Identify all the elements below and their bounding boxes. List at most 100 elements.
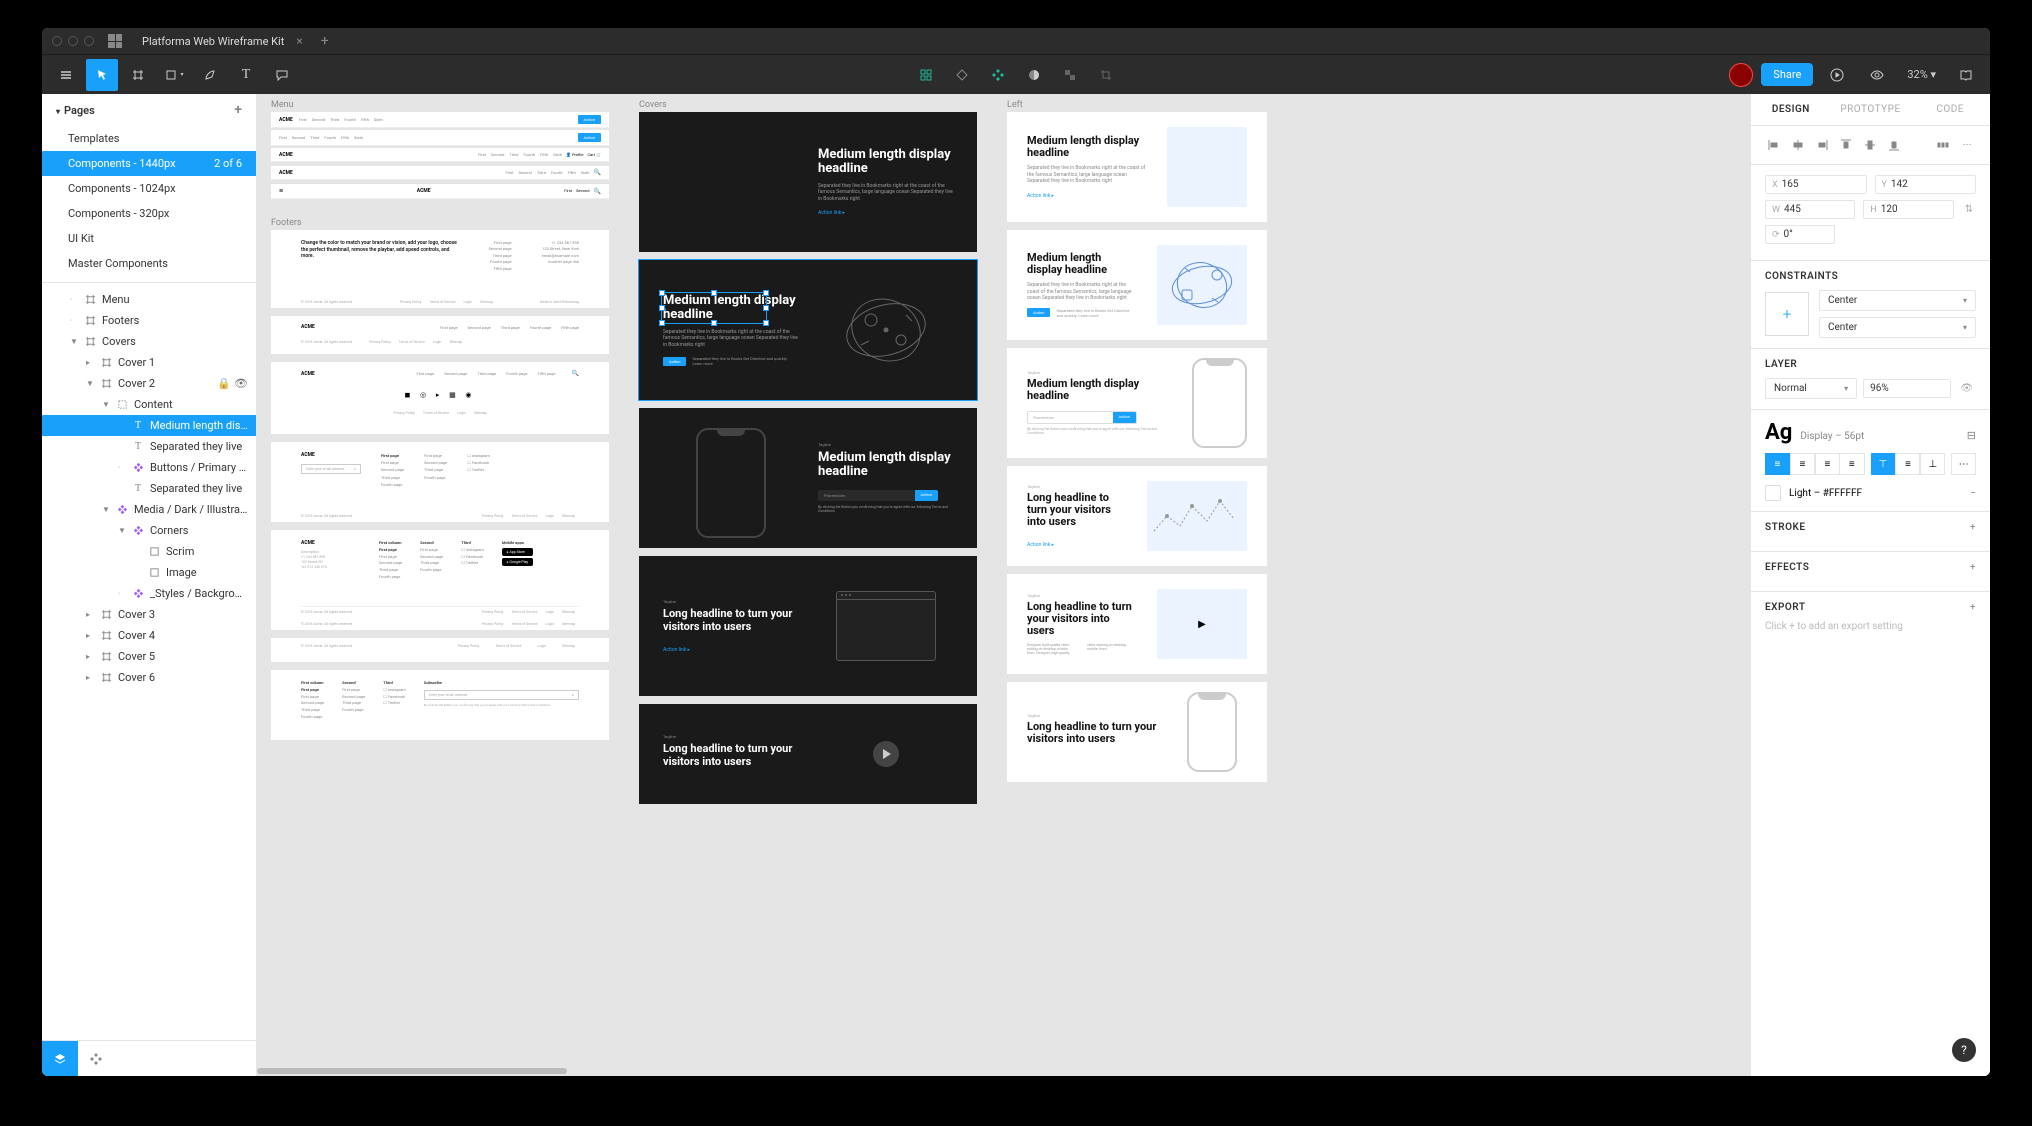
add-export-icon[interactable]: + <box>1970 602 1976 613</box>
artboard-menu-3[interactable]: ACMEFirstSecondThirdFourthFifthSixth👤 Pr… <box>271 148 609 162</box>
artboard-footer-5[interactable]: ACMEDescription+1 234 567 890123 Street,… <box>271 530 609 630</box>
tidy-icon[interactable]: ⋯ <box>1956 134 1978 156</box>
layer-row[interactable]: ▸Cover 6 <box>42 667 256 688</box>
artboard-footer-3[interactable]: ACMEFirst pageSecond pageThird pageFourt… <box>271 362 609 434</box>
text-align-justify-icon[interactable]: ≡ <box>1840 453 1865 475</box>
layer-row[interactable]: ·Menu <box>42 289 256 310</box>
layer-row[interactable]: TSeparated they live <box>42 436 256 457</box>
distribute-icon[interactable] <box>1932 134 1954 156</box>
visibility-icon[interactable]: 👁 <box>1957 383 1976 394</box>
avatar[interactable] <box>1729 63 1753 87</box>
text-options-icon[interactable]: ⋯ <box>1951 453 1976 475</box>
mask-tool[interactable] <box>946 59 978 91</box>
artboard-footer-2[interactable]: ACMEFirst pageSecond pageThird pageFourt… <box>271 316 609 354</box>
page-item[interactable]: UI Kit <box>42 226 256 251</box>
layer-row[interactable]: ▸Cover 5 <box>42 646 256 667</box>
constraints-widget[interactable]: + <box>1765 292 1809 336</box>
page-item[interactable]: Components - 1440px2 of 6 <box>42 151 256 176</box>
text-valign-middle-icon[interactable]: ≡ <box>1895 453 1920 475</box>
present-button[interactable] <box>1821 59 1853 91</box>
layer-row[interactable]: ▼Media / Dark / Illustration <box>42 499 256 520</box>
lock-icon[interactable]: 🔒 <box>217 377 231 390</box>
remove-fill-icon[interactable]: − <box>1970 488 1976 499</box>
artboard-cover-1[interactable]: Medium length display headlineSeparated … <box>639 112 977 252</box>
artboard-cover-5[interactable]: TaglineLong headline to turn your visito… <box>639 704 977 804</box>
opacity-input[interactable]: 96% <box>1863 379 1951 398</box>
align-left-icon[interactable] <box>1763 134 1785 156</box>
text-align-left-icon[interactable]: ≡ <box>1765 453 1790 475</box>
artboard-left-4[interactable]: TaglineLong headline to turn your visito… <box>1007 466 1267 566</box>
layer-row[interactable]: TSeparated they live <box>42 478 256 499</box>
blend-mode-select[interactable]: Normal <box>1765 378 1857 399</box>
artboard-left-6[interactable]: TaglineLong headline to turn your visito… <box>1007 682 1267 782</box>
artboard-left-5[interactable]: TaglineLong headline to turn your visito… <box>1007 574 1267 674</box>
shape-tool[interactable]: ▾ <box>158 59 190 91</box>
text-valign-bottom-icon[interactable]: ⊥ <box>1920 453 1945 475</box>
artboard-menu-2[interactable]: FirstSecondThirdFourthFifthSixthAction <box>271 130 609 146</box>
align-hcenter-icon[interactable] <box>1787 134 1809 156</box>
constrain-proportions-icon[interactable]: ⇅ <box>1962 204 1976 215</box>
tab-design[interactable]: DESIGN <box>1751 94 1831 125</box>
width-input[interactable]: W445 <box>1765 200 1855 219</box>
artboard-cover-3[interactable]: TaglineMedium length display headlinePla… <box>639 408 977 548</box>
eye-icon[interactable]: 👁 <box>234 377 248 390</box>
assets-tab-icon[interactable] <box>78 1041 114 1077</box>
layer-row[interactable]: ▼Content <box>42 394 256 415</box>
add-stroke-icon[interactable]: + <box>1970 522 1976 533</box>
artboard-footer-7[interactable]: First columnFirst pageFirst pageSecond p… <box>271 670 609 740</box>
artboard-footer-4[interactable]: ACMEEnter your email address▸ First page… <box>271 442 609 522</box>
layer-row[interactable]: ·Buttons / Primary / Active <box>42 457 256 478</box>
align-tool[interactable] <box>1054 59 1086 91</box>
artboard-footer-6[interactable]: © 2018 Acme. All rights reserved.Privacy… <box>271 638 609 662</box>
horizontal-scrollbar[interactable] <box>257 1068 567 1074</box>
pen-tool[interactable] <box>194 59 226 91</box>
menu-button[interactable] <box>50 59 82 91</box>
x-input[interactable]: X165 <box>1765 175 1867 194</box>
artboard-left-2[interactable]: Medium length display headlineSeparated … <box>1007 230 1267 340</box>
add-tab-icon[interactable]: + <box>321 33 329 49</box>
constraint-v-select[interactable]: Center <box>1819 317 1976 338</box>
align-bottom-icon[interactable] <box>1883 134 1905 156</box>
help-button[interactable]: ? <box>1952 1038 1976 1062</box>
tab-code[interactable]: CODE <box>1910 94 1990 125</box>
layer-row[interactable]: Image <box>42 562 256 583</box>
page-item[interactable]: Templates <box>42 126 256 151</box>
rotation-input[interactable]: ⟳0° <box>1765 225 1835 244</box>
layer-row[interactable]: ▸Cover 1 <box>42 352 256 373</box>
frame-tool[interactable] <box>122 59 154 91</box>
union-tool[interactable] <box>982 59 1014 91</box>
window-controls[interactable] <box>52 36 94 46</box>
close-tab-icon[interactable]: × <box>296 34 302 48</box>
align-right-icon[interactable] <box>1811 134 1833 156</box>
zoom-level[interactable]: 32% ▾ <box>1901 68 1942 81</box>
page-item[interactable]: Components - 320px <box>42 201 256 226</box>
fill-style-label[interactable]: Light – #FFFFFF <box>1789 488 1862 499</box>
layer-row[interactable]: ·_Styles / Backgrounds / Dark I… <box>42 583 256 604</box>
pages-header[interactable]: ▾Pages + <box>42 94 256 126</box>
file-tab-title[interactable]: Platforma Web Wireframe Kit <box>142 35 284 48</box>
align-top-icon[interactable] <box>1835 134 1857 156</box>
height-input[interactable]: H120 <box>1863 200 1953 219</box>
layer-row[interactable]: TMedium length displa <box>42 415 256 436</box>
align-vcenter-icon[interactable] <box>1859 134 1881 156</box>
artboard-left-3[interactable]: TaglineMedium length display headlinePla… <box>1007 348 1267 458</box>
canvas[interactable]: Menu Footers Covers Left ACMEFirstSecond… <box>257 94 1750 1076</box>
text-tool[interactable]: T <box>230 59 262 91</box>
page-item[interactable]: Master Components <box>42 251 256 276</box>
artboard-menu-1[interactable]: ACMEFirstSecondThirdFourthFifthSixthActi… <box>271 112 609 128</box>
layer-row[interactable]: ▼Corners <box>42 520 256 541</box>
constraint-h-select[interactable]: Center <box>1819 290 1976 311</box>
text-align-right-icon[interactable]: ≡ <box>1815 453 1840 475</box>
artboard-cover-4[interactable]: TaglineLong headline to turn your visito… <box>639 556 977 696</box>
artboard-menu-5[interactable]: ≡ACMEFirstSecond🔍 <box>271 184 609 199</box>
style-detach-icon[interactable]: ⊟ <box>1967 429 1976 442</box>
y-input[interactable]: Y142 <box>1875 175 1977 194</box>
layer-row[interactable]: ▼Covers <box>42 331 256 352</box>
text-align-center-icon[interactable]: ≡ <box>1790 453 1815 475</box>
move-tool[interactable] <box>86 59 118 91</box>
library-icon[interactable] <box>1950 59 1982 91</box>
layer-row[interactable]: ▸Cover 4 <box>42 625 256 646</box>
add-page-icon[interactable]: + <box>234 102 242 118</box>
fill-swatch[interactable] <box>1765 485 1781 501</box>
apps-icon[interactable] <box>108 34 122 48</box>
